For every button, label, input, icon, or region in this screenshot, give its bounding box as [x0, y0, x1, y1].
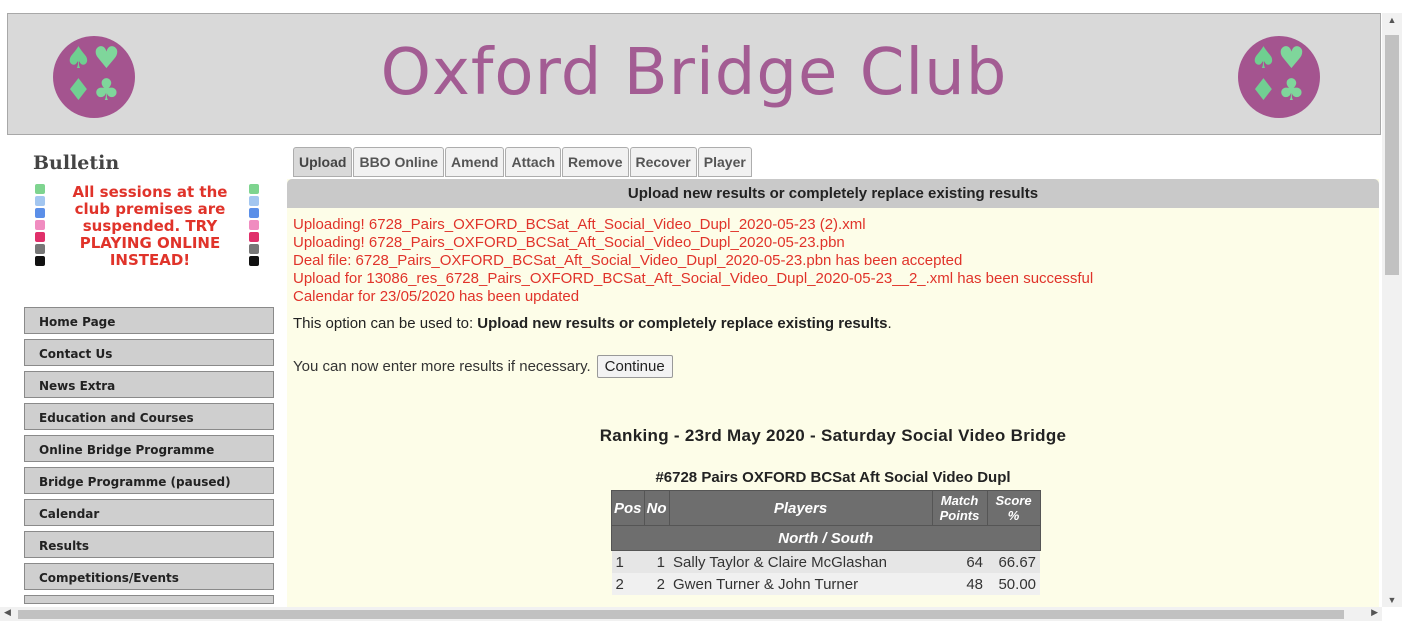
col-no: No — [643, 490, 670, 526]
continue-button[interactable]: Continue — [596, 355, 673, 378]
club-logo-right: ♠ ♥ ♦ ♣ — [1238, 36, 1320, 118]
scroll-right-arrow-icon[interactable]: ▶ — [1371, 607, 1378, 618]
bulletin-color-bars-left — [35, 184, 45, 268]
spade-icon: ♠ — [1250, 41, 1277, 76]
cell-players: Gwen Turner & John Turner — [669, 573, 933, 595]
bulletin-message: All sessions at the club premises are su… — [72, 183, 228, 269]
ranking-title: Ranking - 23rd May 2020 - Saturday Socia… — [599, 426, 1067, 445]
col-score: Score % — [986, 490, 1041, 526]
vertical-scrollbar[interactable]: ▲ ▼ — [1382, 13, 1402, 607]
bulletin-color-bar — [249, 184, 259, 194]
more-results-text: You can now enter more results if necess… — [293, 358, 591, 375]
bulletin-color-bar — [249, 232, 259, 242]
cell-pos: 2 — [611, 573, 645, 595]
scroll-down-arrow-icon[interactable]: ▼ — [1382, 595, 1402, 605]
bulletin-color-bars-right — [249, 184, 259, 268]
bulletin-color-bar — [35, 196, 45, 206]
panel-heading: Upload new results or completely replace… — [287, 179, 1379, 208]
diamond-icon: ♦ — [1250, 73, 1277, 108]
event-title: #6728 Pairs OXFORD BCSat Aft Social Vide… — [655, 469, 1011, 486]
nav-results[interactable]: Results — [24, 531, 274, 558]
cell-players: Sally Taylor & Claire McGlashan — [669, 550, 933, 573]
tab-upload[interactable]: Upload — [293, 147, 353, 177]
cell-match-points: 48 — [932, 573, 988, 595]
message-line: Deal file: 6728_Pairs_OXFORD_BCSat_Aft_S… — [293, 252, 963, 269]
nav-home-page[interactable]: Home Page — [24, 307, 274, 334]
bulletin-color-bar — [35, 244, 45, 254]
nav-education-courses[interactable]: Education and Courses — [24, 403, 274, 430]
table-row: 2 2 Gwen Turner & John Turner 48 50.00 — [611, 573, 1041, 595]
tab-recover[interactable]: Recover — [629, 147, 697, 177]
message-line: Calendar for 23/05/2020 has been updated — [293, 288, 580, 305]
cell-match-points: 64 — [932, 550, 988, 573]
nav-online-bridge-programme[interactable]: Online Bridge Programme — [24, 435, 274, 462]
table-row: 1 1 Sally Taylor & Claire McGlashan 64 6… — [611, 550, 1041, 573]
bulletin-color-bar — [35, 256, 45, 266]
tab-amend[interactable]: Amend — [445, 147, 505, 177]
option-description: This option can be used to: Upload new r… — [293, 315, 892, 332]
bulletin-color-bar — [249, 244, 259, 254]
nav-item-partial[interactable] — [24, 595, 274, 604]
bulletin-color-bar — [249, 220, 259, 230]
horizontal-scroll-thumb[interactable] — [18, 610, 1344, 619]
heart-icon: ♥ — [1278, 41, 1305, 76]
bulletin-panel: All sessions at the club premises are su… — [33, 184, 265, 290]
option-prefix: This option can be used to: — [293, 315, 478, 332]
option-name: Upload new results or completely replace… — [477, 315, 888, 332]
cell-pos: 1 — [611, 550, 645, 573]
tab-player[interactable]: Player — [697, 147, 752, 177]
bulletin-color-bar — [35, 232, 45, 242]
bulletin-color-bar — [249, 196, 259, 206]
club-icon: ♣ — [1278, 73, 1305, 108]
section-label: North / South — [611, 525, 1041, 551]
nav-news-extra[interactable]: News Extra — [24, 371, 274, 398]
nav-bridge-programme[interactable]: Bridge Programme (paused) — [24, 467, 274, 494]
col-players: Players — [668, 490, 933, 526]
tab-attach[interactable]: Attach — [505, 147, 562, 177]
nav-calendar[interactable]: Calendar — [24, 499, 274, 526]
section-row: North / South — [611, 525, 1041, 551]
site-title: Oxford Bridge Club — [380, 36, 1008, 110]
cell-no: 2 — [644, 573, 670, 595]
scroll-left-arrow-icon[interactable]: ◀ — [4, 607, 11, 618]
horizontal-scrollbar[interactable]: ◀ ▶ — [0, 607, 1382, 621]
bulletin-color-bar — [249, 208, 259, 218]
cell-no: 1 — [644, 550, 670, 573]
vertical-scroll-thumb[interactable] — [1385, 35, 1399, 275]
cell-score: 50.00 — [987, 573, 1041, 595]
bulletin-color-bar — [35, 220, 45, 230]
bulletin-color-bar — [249, 256, 259, 266]
tab-bbo-online[interactable]: BBO Online — [353, 147, 445, 177]
bulletin-title: Bulletin — [33, 152, 120, 174]
message-line: Upload for 13086_res_6728_Pairs_OXFORD_B… — [293, 270, 1094, 287]
col-pos: Pos — [611, 490, 645, 526]
option-suffix: . — [887, 315, 892, 332]
bulletin-color-bar — [35, 184, 45, 194]
upload-panel: Upload new results or completely replace… — [287, 179, 1379, 607]
cell-score: 66.67 — [987, 550, 1041, 573]
site-header: ♠ ♥ ♦ ♣ Oxford Bridge Club ♠ ♥ ♦ ♣ — [7, 13, 1381, 135]
bulletin-color-bar — [35, 208, 45, 218]
message-line: Uploading! 6728_Pairs_OXFORD_BCSat_Aft_S… — [293, 234, 845, 251]
nav-competitions-events[interactable]: Competitions/Events — [24, 563, 274, 590]
upload-messages: Uploading! 6728_Pairs_OXFORD_BCSat_Aft_S… — [293, 216, 1093, 306]
more-results-line: You can now enter more results if necess… — [293, 355, 673, 378]
sidebar-nav: Home Page Contact Us News Extra Educatio… — [24, 307, 274, 609]
nav-contact-us[interactable]: Contact Us — [24, 339, 274, 366]
admin-tabs: Upload BBO Online Amend Attach Remove Recover… — [293, 147, 753, 179]
results-table: Pos No Players Match Points Score % Nort… — [611, 490, 1041, 595]
message-line: Uploading! 6728_Pairs_OXFORD_BCSat_Aft_S… — [293, 216, 866, 233]
col-match-points: Match Points — [931, 490, 988, 526]
scroll-up-arrow-icon[interactable]: ▲ — [1382, 15, 1402, 25]
table-header-row: Pos No Players Match Points Score % — [611, 490, 1041, 526]
tab-remove[interactable]: Remove — [562, 147, 629, 177]
